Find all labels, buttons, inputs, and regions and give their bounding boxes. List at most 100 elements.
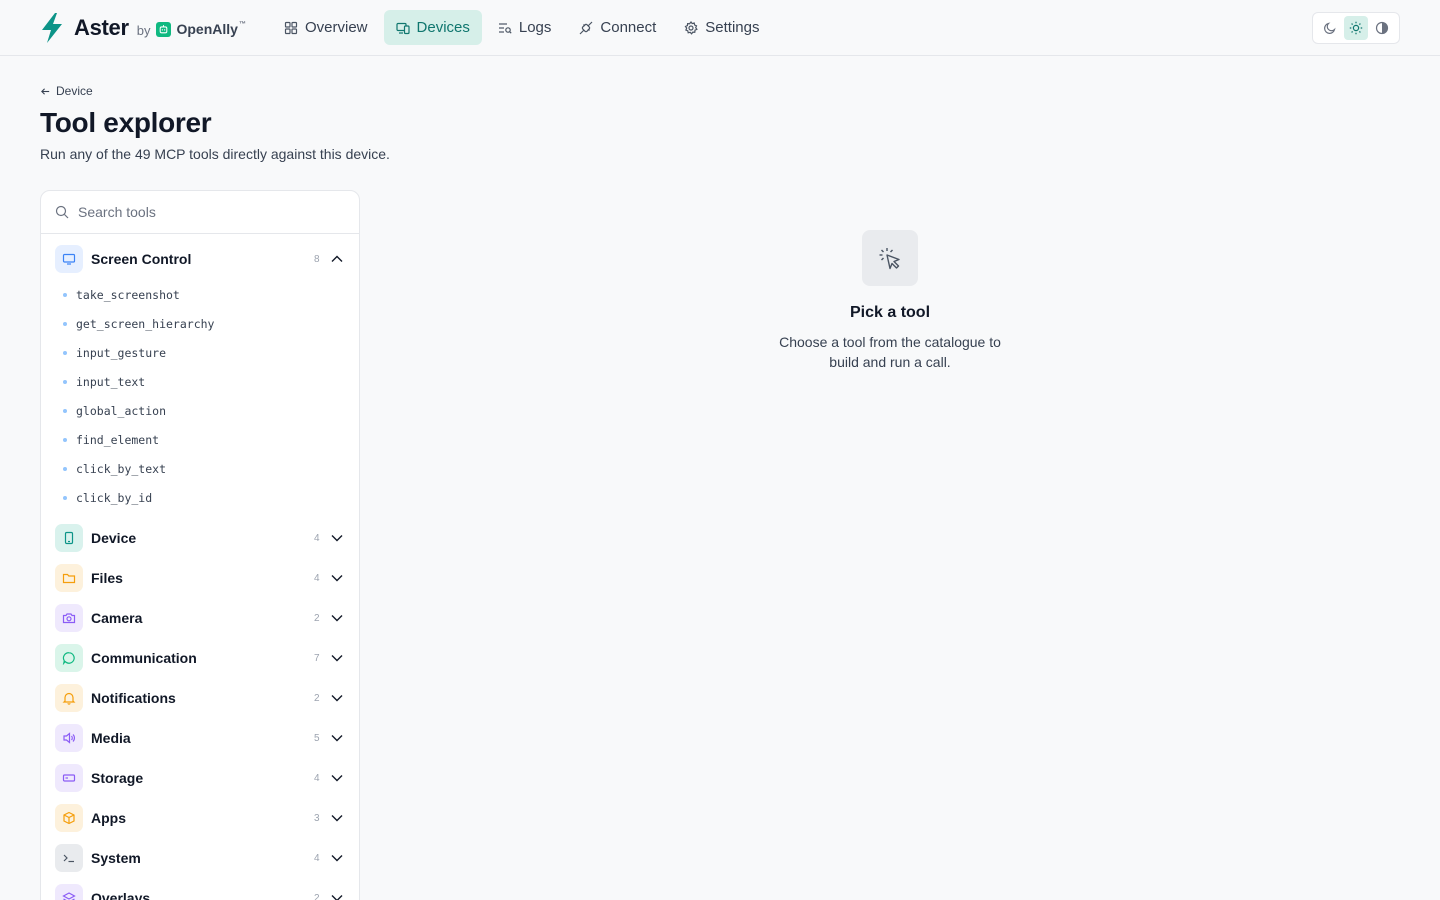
chevron-down-icon — [331, 895, 343, 900]
category-count: 4 — [314, 532, 320, 544]
tool-item-click-by-text[interactable]: click_by_text — [41, 454, 359, 483]
category-label: Media — [91, 730, 131, 746]
tool-bullet — [63, 466, 67, 471]
theme-system-button[interactable] — [1370, 16, 1394, 40]
category-apps[interactable]: Apps 3 — [41, 798, 359, 838]
tool-bullet — [63, 495, 67, 500]
tool-item-click-by-id[interactable]: click_by_id — [41, 483, 359, 512]
category-notifications[interactable]: Notifications 2 — [41, 678, 359, 718]
storage-icon — [62, 774, 76, 782]
tool-item-get-screen-hierarchy[interactable]: get_screen_hierarchy — [41, 309, 359, 338]
arrow-left-icon — [41, 87, 50, 95]
category-label: Storage — [91, 770, 144, 786]
sun-icon — [1349, 21, 1363, 35]
brand-by: by — [136, 22, 151, 38]
nav-logs[interactable]: Logs — [486, 10, 564, 45]
chevron-down-icon — [331, 535, 343, 542]
category-count: 8 — [314, 253, 320, 265]
tool-bullet — [63, 408, 67, 413]
chevron-down-icon — [331, 855, 343, 862]
nav-devices[interactable]: Devices — [383, 10, 482, 45]
contrast-icon — [1375, 21, 1389, 35]
category-media[interactable]: Media 5 — [41, 718, 359, 758]
chevron-down-icon — [331, 615, 343, 622]
tool-name: find_element — [76, 432, 160, 447]
tool-item-global-action[interactable]: global_action — [41, 396, 359, 425]
category-files[interactable]: Files 4 — [41, 558, 359, 598]
category-screen-control[interactable]: Screen Control 8 — [41, 239, 359, 279]
category-icon-box — [55, 524, 83, 552]
gear-icon — [684, 20, 699, 35]
search-icon — [55, 205, 69, 219]
theme-light-button[interactable] — [1344, 16, 1368, 40]
category-count: 3 — [314, 812, 320, 824]
chevron-down-icon — [331, 695, 343, 702]
chevron-down-icon — [331, 815, 343, 822]
tool-item-input-text[interactable]: input_text — [41, 367, 359, 396]
phone-icon — [64, 531, 74, 545]
camera-icon — [62, 613, 76, 624]
category-icon-box — [55, 764, 83, 792]
category-label: Screen Control — [91, 251, 192, 267]
tool-bullet — [63, 292, 67, 297]
search-bar — [41, 191, 359, 234]
monitor-icon — [62, 253, 76, 265]
terminal-icon — [63, 854, 74, 863]
nav-connect[interactable]: Connect — [567, 10, 668, 45]
tool-item-take-screenshot[interactable]: take_screenshot — [41, 280, 359, 309]
category-overlays[interactable]: Overlays 2 — [41, 878, 359, 900]
category-icon-box — [55, 844, 83, 872]
category-icon-box — [55, 564, 83, 592]
tool-bullet — [63, 321, 67, 326]
category-label: Communication — [91, 650, 197, 666]
chevron-down-icon — [331, 775, 343, 782]
category-count: 5 — [314, 732, 320, 744]
category-communication[interactable]: Communication 7 — [41, 638, 359, 678]
tool-name: click_by_id — [76, 490, 153, 505]
page-title: Tool explorer — [40, 107, 212, 138]
category-label: System — [91, 850, 141, 866]
theme-toggle — [1312, 12, 1400, 44]
category-label: Device — [91, 530, 137, 546]
back-link[interactable]: Device — [40, 84, 93, 98]
grid-icon — [284, 21, 298, 34]
top-navigation-bar: Aster by OpenAlly™ Overview Devices Logs… — [0, 0, 1440, 56]
category-count: 4 — [314, 852, 320, 864]
category-label: Overlays — [91, 890, 151, 900]
devices-icon — [395, 22, 410, 34]
tool-bullet — [63, 437, 67, 442]
category-icon-box — [55, 884, 83, 900]
brand-name: Aster — [74, 15, 129, 40]
category-icon-box — [55, 644, 83, 672]
bell-icon — [62, 692, 76, 705]
category-system[interactable]: System 4 — [41, 838, 359, 878]
nav-logs-label: Logs — [518, 19, 552, 36]
category-count: 7 — [314, 652, 320, 664]
moon-icon — [1324, 22, 1336, 34]
theme-dark-button[interactable] — [1318, 16, 1342, 40]
cursor-click-icon — [879, 248, 900, 270]
category-storage[interactable]: Storage 4 — [41, 758, 359, 798]
tool-catalogue-panel: Screen Control 8 take_screenshot get_scr… — [40, 190, 360, 900]
category-device[interactable]: Device 4 — [41, 518, 359, 558]
category-camera[interactable]: Camera 2 — [41, 598, 359, 638]
package-icon — [63, 811, 75, 825]
empty-state-title: Pick a tool — [849, 304, 931, 321]
tool-item-input-gesture[interactable]: input_gesture — [41, 338, 359, 367]
tool-item-find-element[interactable]: find_element — [41, 425, 359, 454]
search-input[interactable] — [78, 204, 328, 220]
nav-overview[interactable]: Overview — [272, 10, 380, 45]
main-nav: Overview Devices Logs Connect Settings — [272, 10, 771, 45]
logs-icon — [498, 22, 512, 34]
category-icon-box — [55, 684, 83, 712]
tool-name: global_action — [76, 403, 167, 418]
nav-connect-label: Connect — [600, 19, 657, 36]
tool-name: take_screenshot — [76, 287, 180, 302]
category-label: Notifications — [91, 690, 176, 706]
nav-settings-label: Settings — [705, 19, 760, 36]
brand[interactable]: Aster by OpenAlly™ — [40, 12, 246, 44]
category-count: 2 — [314, 892, 320, 900]
chevron-down-icon — [331, 575, 343, 582]
category-icon-box — [55, 724, 83, 752]
nav-settings[interactable]: Settings — [672, 10, 771, 45]
